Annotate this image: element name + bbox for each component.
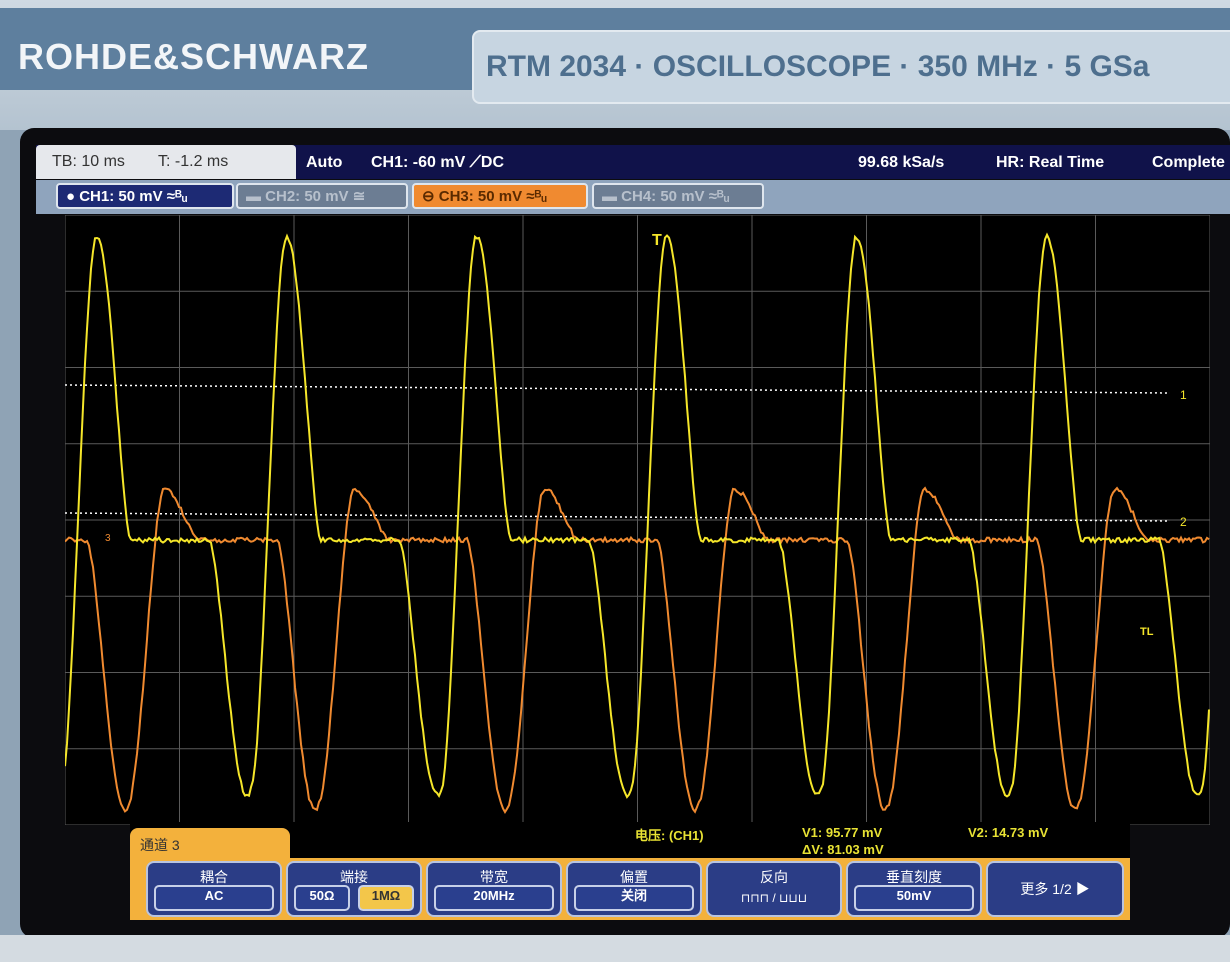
waveform-svg: 1 2 T TL 3 [65, 215, 1210, 825]
waveform-display[interactable]: 1 2 T TL 3 [65, 215, 1210, 825]
termination-50ohm[interactable]: 50Ω [294, 885, 350, 911]
cursor-line-1 [65, 385, 1170, 393]
channel-tabs: ● CH1: 50 mV ≈ᴮᵤ ▬ CH2: 50 mV ≅ ⊖ CH3: 5… [36, 180, 1230, 214]
trigger-mode[interactable]: Auto [306, 154, 342, 172]
trigger-position-marker: T [652, 232, 662, 249]
timebase: TB: 10 ms [52, 145, 125, 179]
measure-label: 电压: (CH1) [635, 825, 704, 844]
termination-1mohm[interactable]: 1MΩ [358, 885, 414, 911]
more-label: 更多 1/2 [1020, 881, 1071, 897]
timebase-box[interactable]: TB: 10 ms T: -1.2 ms [36, 145, 296, 179]
softkey-label: 反向 [708, 867, 840, 887]
model-label: RTM 2034 · OSCILLOSCOPE · 350 MHz · 5 GS… [472, 30, 1230, 104]
invert-icon: ⊓⊓⊓ / ⊔⊔⊔ [708, 891, 840, 905]
tab-ch2[interactable]: ▬ CH2: 50 mV ≅ [236, 183, 408, 209]
brand-bar: ROHDE&SCHWARZ RTM 2034 · OSCILLOSCOPE · … [0, 8, 1230, 90]
softkey-invert[interactable]: 反向 ⊓⊓⊓ / ⊔⊔⊔ [706, 861, 842, 917]
measure-dv: ΔV: 81.03 mV [802, 842, 884, 857]
trigger-setting[interactable]: CH1: -60 mV ⟋DC [371, 154, 504, 172]
cursor-2-marker: 2 [1180, 515, 1187, 529]
chevron-right-icon: ▶ [1076, 881, 1090, 897]
softkey-bar: 耦合 AC 端接 50Ω 1MΩ 带宽 20MHz 偏置 关闭 反向 ⊓⊓⊓ / ⊔⊔⊔… [130, 858, 1130, 920]
acquisition-state: Complete [1152, 154, 1225, 172]
tab-ch1[interactable]: ● CH1: 50 mV ≈ᴮᵤ [56, 183, 234, 209]
ch3-ground-marker: 3 [105, 533, 111, 544]
softkey-termination[interactable]: 端接 50Ω 1MΩ [286, 861, 422, 917]
status-bar: TB: 10 ms T: -1.2 ms Auto CH1: -60 mV ⟋D… [36, 145, 1230, 179]
tab-ch3[interactable]: ⊖ CH3: 50 mV ≈ᴮᵤ [412, 183, 588, 209]
tab-ch4[interactable]: ▬ CH4: 50 mV ≈ᴮᵤ [592, 183, 764, 209]
softkey-label: 端接 [288, 867, 420, 887]
acquisition-mode: HR: Real Time [996, 154, 1104, 172]
menu-title: 通道 3 [130, 828, 290, 860]
offset-value: 关闭 [574, 885, 694, 911]
softkey-offset[interactable]: 偏置 关闭 [566, 861, 702, 917]
bottom-bezel [0, 935, 1230, 962]
softkey-label: 耦合 [148, 867, 280, 887]
softkey-vertical-scale[interactable]: 垂直刻度 50mV [846, 861, 982, 917]
trigger-time: T: -1.2 ms [158, 145, 228, 179]
measure-v1: V1: 95.77 mV [802, 825, 882, 840]
cursor-1-marker: 1 [1180, 388, 1187, 402]
softkey-bandwidth[interactable]: 带宽 20MHz [426, 861, 562, 917]
measure-v2: V2: 14.73 mV [968, 825, 1048, 840]
softkey-label: 偏置 [568, 867, 700, 887]
softkey-label: 带宽 [428, 867, 560, 887]
sample-rate: 99.68 kSa/s [858, 154, 944, 172]
instrument-bezel: ROHDE&SCHWARZ RTM 2034 · OSCILLOSCOPE · … [0, 0, 1230, 130]
softkey-coupling[interactable]: 耦合 AC [146, 861, 282, 917]
scale-value: 50mV [854, 885, 974, 911]
bandwidth-value: 20MHz [434, 885, 554, 911]
softkey-more[interactable]: 更多 1/2 ▶ [986, 861, 1124, 917]
softkey-label: 垂直刻度 [848, 867, 980, 887]
trigger-level-marker: TL [1140, 626, 1154, 638]
coupling-value: AC [154, 885, 274, 911]
brand-logo: ROHDE&SCHWARZ [18, 36, 369, 78]
